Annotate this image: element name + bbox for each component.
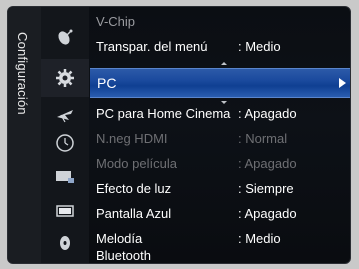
clock-icon[interactable]	[55, 133, 75, 153]
menu-item-blue-screen[interactable]: Pantalla Azul : Apagado	[96, 203, 350, 225]
screen-icon[interactable]	[55, 201, 75, 221]
antenna-icon[interactable]	[55, 105, 75, 125]
category-label: Configuración	[15, 32, 30, 115]
menu-item-value: : Apagado	[238, 206, 297, 221]
menu-item-label: Efecto de luz	[96, 181, 172, 196]
disc-icon[interactable]	[55, 233, 75, 253]
menu-item-value: : Apagado	[238, 106, 297, 121]
menu-item-value: : Medio	[238, 39, 281, 54]
scroll-up-indicator	[221, 62, 227, 65]
menu-item-label: V-Chip	[96, 14, 136, 29]
tv-input-icon[interactable]	[55, 167, 75, 187]
settings-panel: Configuración V-Chip Transpar. del menú …	[7, 6, 351, 264]
menu-item-label: Modo película	[96, 156, 177, 171]
menu-item-light-effect[interactable]: Efecto de luz : Siempre	[96, 178, 350, 200]
menu-item-hdmi-black-level: N.neg HDMI : Normal	[96, 128, 350, 150]
menu-item-menu-transparency[interactable]: Transpar. del menú : Medio	[96, 36, 350, 58]
menu-item-value: : Normal	[238, 131, 288, 146]
menu-item-label: N.neg HDMI	[96, 131, 168, 146]
menu-item-label: PC para Home Cinema	[96, 106, 231, 121]
submenu-arrow-icon	[339, 78, 346, 88]
menu-item-v-chip[interactable]: V-Chip	[96, 11, 350, 33]
menu-item-film-mode: Modo película : Apagado	[96, 153, 350, 175]
menu-item-value: : Siempre	[238, 181, 294, 196]
menu-item-pc-selected[interactable]: PC	[90, 68, 350, 98]
menu-item-bluetooth[interactable]: Bluetooth	[96, 245, 350, 263]
menu-item-label: Bluetooth	[96, 248, 151, 263]
tv-osd-frame: Configuración V-Chip Transpar. del menú …	[0, 0, 359, 269]
menu-item-value: : Apagado	[238, 156, 297, 171]
menu-item-label: Transpar. del menú	[96, 39, 208, 54]
category-icon-column	[41, 7, 89, 263]
gear-icon[interactable]	[55, 68, 75, 88]
satellite-icon[interactable]	[55, 27, 75, 47]
menu-item-pc-home-cinema[interactable]: PC para Home Cinema : Apagado	[96, 103, 350, 125]
selected-item-label: PC	[97, 75, 117, 91]
menu-item-label: Pantalla Azul	[96, 206, 172, 221]
category-tab: Configuración	[8, 7, 41, 263]
